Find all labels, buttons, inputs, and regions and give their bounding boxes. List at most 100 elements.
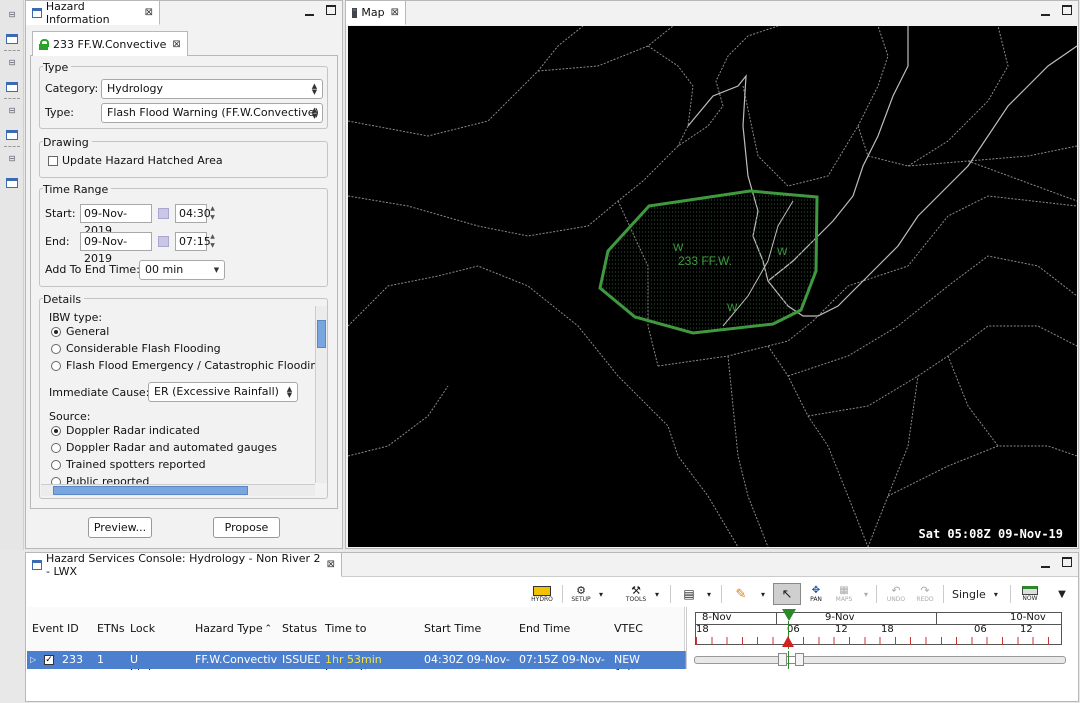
map-canvas[interactable]: W W W 233 FF.W. Sat 05:08Z 09-Nov-19 [348,26,1077,547]
view-icon[interactable] [6,130,18,140]
view-icon[interactable] [6,82,18,92]
timeline-hour-label: 12 [835,624,848,635]
close-icon[interactable]: ⊠ [327,559,335,570]
maps-dropdown[interactable]: ▾ [861,583,871,605]
ibw-general-radio[interactable] [51,327,61,337]
close-icon[interactable]: ⊠ [145,7,153,18]
view-icon[interactable] [6,178,18,188]
add-to-end-value: 00 min [145,263,184,276]
horizontal-scroll-thumb[interactable] [53,486,248,495]
expand-icon[interactable]: ▷ [30,651,36,669]
maximize-icon[interactable] [326,5,336,15]
selection-mode-select[interactable]: Single ▾ [952,583,1006,605]
propose-button[interactable]: Propose [213,517,280,538]
event-tab[interactable]: 233 FF.W.Convective ⊠ [32,31,188,56]
restore-icon[interactable]: ⊟ [6,10,18,20]
view-icon[interactable] [6,34,18,44]
vertical-scrollbar[interactable] [315,306,327,483]
hydro-button[interactable]: HYDRO [530,583,554,605]
start-label: Start: [45,207,76,220]
chevron-down-icon: ▼ [213,266,220,274]
view-menu-button[interactable]: ▼ [1056,583,1068,605]
setup-button[interactable]: ⚙ SETUP [568,583,594,605]
timeline-track [694,656,1066,664]
redo-button[interactable]: ↷ REDO [913,583,937,605]
column-header-etns[interactable]: ETNs [92,607,126,651]
chevron-down-icon: ▾ [598,589,603,599]
setup-dropdown[interactable]: ▾ [596,583,606,605]
column-header-vtec-actions[interactable]: VTEC Actions [609,607,685,679]
ibw-considerable-radio[interactable] [51,344,61,354]
ibw-option-label: General [66,325,110,338]
close-icon[interactable]: ⊠ [391,7,399,18]
end-time-field[interactable]: 07:15 [175,232,211,251]
document-button[interactable]: ▤ [680,583,698,605]
start-time-spinner[interactable]: ▲ ▼ [208,204,217,223]
ibw-emergency-radio[interactable] [51,361,61,371]
end-date-field[interactable]: 09-Nov-2019 [80,232,152,265]
vertical-scroll-thumb[interactable] [317,320,326,348]
map-tab[interactable]: Map ⊠ [346,1,406,25]
maximize-icon[interactable] [1062,557,1072,567]
view-icon [32,7,42,18]
polygon-label: 233 FF.W. [678,254,732,268]
column-header-status[interactable]: Status [277,607,321,651]
column-header-end-time[interactable]: End Time [514,607,610,651]
event-start-thumb[interactable] [778,653,787,666]
row-checkbox[interactable]: ✓ [44,655,54,665]
pan-button[interactable]: ✥ PAN [805,583,827,605]
maps-button[interactable]: ▦ MAPS [832,583,856,605]
source-gauges-radio[interactable] [51,443,61,453]
column-header-hazard-type[interactable]: Hazard Type ⌃ [190,607,278,651]
timeline-header[interactable]: 8-Nov 9-Nov 10-Nov 18 06 12 18 06 12 [686,607,1078,651]
tools-dropdown[interactable]: ▾ [652,583,662,605]
add-to-end-label: Add To End Time: [45,263,140,276]
start-time-field[interactable]: 04:30 [175,204,211,223]
event-end-thumb[interactable] [795,653,804,666]
category-select[interactable]: Hydrology ▲ ▼ [101,79,323,99]
group-label: Time Range [43,183,112,196]
column-header-lock-status[interactable]: Lock Status [125,607,191,679]
restore-icon[interactable]: ⊟ [6,106,18,116]
draw-button[interactable]: ✎ [732,583,750,605]
tools-button[interactable]: ⚒ TOOLS [623,583,649,605]
selection-mode-value: Single [952,587,986,601]
current-time-marker[interactable] [782,609,796,621]
end-time-spinner[interactable]: ▲ ▼ [208,232,217,251]
maximize-icon[interactable] [1062,5,1072,15]
select-button[interactable]: ↖ [773,583,801,605]
pencil-icon: ✎ [735,586,747,602]
details-scroll-area[interactable]: IBW type: General Considerable Flash Flo… [41,306,328,498]
toolbar-separator [876,585,877,603]
add-to-end-select[interactable]: 00 min ▼ [139,260,225,280]
update-hatched-checkbox[interactable] [48,156,58,166]
source-radar-radio[interactable] [51,426,61,436]
restore-icon[interactable]: ⊟ [6,154,18,164]
column-header-time-to-expiration[interactable]: Time to Expiration [320,607,420,679]
immediate-cause-select[interactable]: ER (Excessive Rainfall) ▲ ▼ [148,382,298,402]
tools-icon: ⚒ [631,583,641,597]
row-timeline[interactable] [686,651,1078,669]
start-date-field[interactable]: 09-Nov-2019 [80,204,152,237]
calendar-icon[interactable] [158,236,169,247]
minimize-icon[interactable] [1041,5,1050,16]
type-select[interactable]: Flash Flood Warning (FF.W.Convective) ▲ ▼ [101,103,323,123]
console-tab[interactable]: Hazard Services Console: Hydrology - Non… [26,552,342,578]
column-header-event-id[interactable]: Event ID [27,607,93,651]
close-icon[interactable]: ⊠ [172,39,180,50]
table-row[interactable]: ▷ ✓ 233 [27,651,93,669]
hazard-information-tab[interactable]: Hazard Information ⊠ [26,0,160,26]
event-tab-label: 233 FF.W.Convective [53,37,167,51]
restore-icon[interactable]: ⊟ [6,58,18,68]
horizontal-scrollbar[interactable] [41,484,315,496]
document-dropdown[interactable]: ▾ [704,583,714,605]
preview-button[interactable]: Preview... [88,517,152,538]
column-header-start-time[interactable]: Start Time [419,607,515,651]
draw-dropdown[interactable]: ▾ [758,583,768,605]
minimize-icon[interactable] [305,5,314,16]
now-button[interactable]: NOW [1018,583,1042,605]
calendar-icon[interactable] [158,208,169,219]
source-spotters-radio[interactable] [51,460,61,470]
undo-button[interactable]: ↶ UNDO [884,583,908,605]
minimize-icon[interactable] [1041,557,1050,568]
